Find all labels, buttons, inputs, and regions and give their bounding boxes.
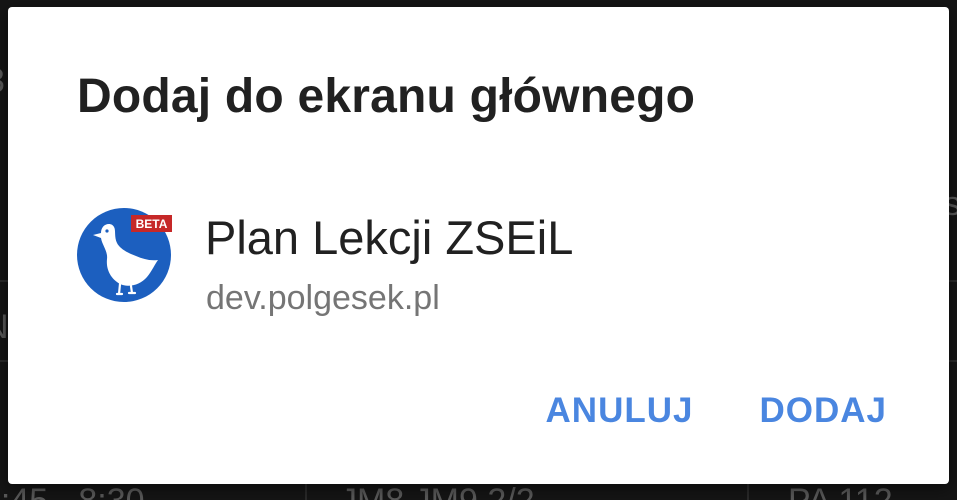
dialog-actions: ANULUJ DODAJ [546,391,887,431]
add-to-home-screen-dialog: Dodaj do ekranu głównego BETA Plan Lekcj… [8,7,949,484]
background-text: 7:45 - 8:30 [0,482,145,500]
app-url: dev.polgesek.pl [206,279,440,317]
background-text: JM8 JM9 2/2 [340,482,535,500]
background-divider [747,484,749,500]
background-text: 3 [0,62,5,101]
goose-logo-icon: BETA [77,208,172,302]
add-button[interactable]: DODAJ [759,391,887,431]
app-name: Plan Lekcji ZSEiL [205,211,574,264]
beta-badge: BETA [136,217,168,231]
background-divider [305,484,307,500]
cancel-button[interactable]: ANULUJ [546,391,694,431]
background-text: PA 112 [788,482,893,500]
dialog-title: Dodaj do ekranu głównego [77,70,696,123]
